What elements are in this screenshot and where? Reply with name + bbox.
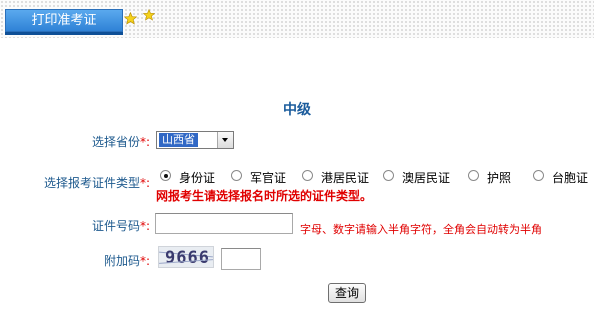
radio-passport[interactable] xyxy=(468,170,479,181)
captcha-input[interactable] xyxy=(221,248,261,270)
radio-id-card[interactable] xyxy=(160,170,171,181)
radio-label-id-card: 身份证 xyxy=(179,171,216,185)
star-icon xyxy=(124,12,137,25)
province-select[interactable]: 山西省 xyxy=(156,131,234,149)
radio-label-hk-resident: 港居民证 xyxy=(321,171,370,185)
radio-macau-resident[interactable] xyxy=(383,170,394,181)
tab-label: 打印准考证 xyxy=(31,13,97,28)
radio-hk-resident[interactable] xyxy=(302,170,313,181)
id-number-label: 证件号码*: xyxy=(91,219,150,233)
star-icon xyxy=(143,9,155,21)
id-type-label: 选择报考证件类型*: xyxy=(43,176,150,190)
tab-underline xyxy=(5,32,123,35)
chevron-down-icon[interactable] xyxy=(217,132,233,148)
captcha-image-text: 9666 xyxy=(165,248,210,268)
radio-taiwan-pass[interactable] xyxy=(533,170,544,181)
id-type-warning: 网报考生请选择报名时所选的证件类型。 xyxy=(156,189,373,203)
tab-print-admission[interactable]: 打印准考证 xyxy=(5,9,123,32)
id-number-hint: 字母、数字请输入半角字符，全角会自动转为半角 xyxy=(300,223,542,236)
province-label: 选择省份*: xyxy=(91,135,150,149)
radio-label-passport: 护照 xyxy=(487,171,512,185)
captcha-image[interactable]: 9666 xyxy=(158,246,214,268)
form-title: 中级 xyxy=(283,102,311,118)
radio-label-macau-resident: 澳居民证 xyxy=(402,171,451,185)
province-selected-value: 山西省 xyxy=(159,133,198,147)
id-number-input[interactable] xyxy=(155,213,293,234)
query-button[interactable]: 查询 xyxy=(328,283,366,303)
radio-officer-card[interactable] xyxy=(231,170,242,181)
radio-label-taiwan-pass: 台胞证 xyxy=(552,171,589,185)
captcha-label: 附加码*: xyxy=(103,254,150,268)
radio-label-officer-card: 军官证 xyxy=(250,171,287,185)
